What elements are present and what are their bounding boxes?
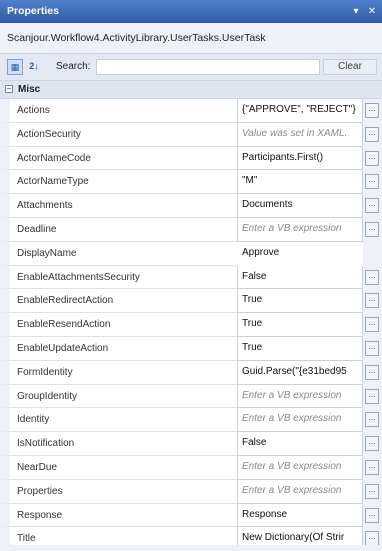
property-value[interactable]: Approve xyxy=(237,241,363,266)
alphabetical-sort-icon[interactable]: 2↓ xyxy=(26,59,42,75)
properties-panel: Properties ▾ ✕ Scanjour.Workflow4.Activi… xyxy=(0,0,382,551)
property-value[interactable]: Enter a VB expression xyxy=(237,408,363,433)
property-name[interactable]: Deadline xyxy=(0,217,237,242)
property-value[interactable]: Enter a VB expression xyxy=(237,384,363,409)
ellipsis-button[interactable]: ... xyxy=(365,412,379,428)
close-icon[interactable]: ✕ xyxy=(367,0,377,23)
property-grid: Actions {"APPROVE", "REJECT"}... ActionSec… xyxy=(0,99,382,551)
property-row[interactable]: DisplayName Approve xyxy=(0,241,382,266)
property-value[interactable]: False xyxy=(237,265,363,290)
property-row[interactable]: GroupIdentity Enter a VB expression... xyxy=(0,384,382,409)
property-row[interactable]: NearDue Enter a VB expression... xyxy=(0,455,382,480)
property-name[interactable]: ActionSecurity xyxy=(0,122,237,147)
property-name[interactable]: EnableUpdateAction xyxy=(0,336,237,361)
property-value[interactable]: True xyxy=(237,289,363,314)
property-row[interactable]: Response Response... xyxy=(0,503,382,528)
property-row[interactable]: Identity Enter a VB expression... xyxy=(0,408,382,433)
search-label: Search: xyxy=(56,61,91,72)
selected-object-type: Scanjour.Workflow4.ActivityLibrary.UserT… xyxy=(0,23,382,53)
collapse-icon[interactable]: − xyxy=(5,85,13,93)
property-value[interactable]: True xyxy=(237,313,363,337)
ellipsis-button[interactable]: ... xyxy=(365,293,379,309)
property-row[interactable]: EnableAttachmentsSecurity False... xyxy=(0,265,382,290)
property-value[interactable]: Participants.First() xyxy=(237,146,363,171)
property-value[interactable]: Guid.Parse("{e31bed95 xyxy=(237,360,363,385)
property-name[interactable]: GroupIdentity xyxy=(0,384,237,409)
property-name[interactable]: ActorNameCode xyxy=(0,146,237,171)
category-label: Misc xyxy=(18,84,41,95)
pin-dropdown-icon[interactable]: ▾ xyxy=(351,0,361,23)
property-row[interactable]: ActorNameType "M"... xyxy=(0,170,382,195)
toolbar: ▦ 2↓ Search: Clear xyxy=(0,53,382,81)
ellipsis-button[interactable]: ... xyxy=(365,459,379,475)
title-bar: Properties ▾ ✕ xyxy=(0,0,382,23)
ellipsis-button[interactable]: ... xyxy=(365,507,379,523)
categorized-view-icon[interactable]: ▦ xyxy=(7,59,23,75)
ellipsis-button[interactable]: ... xyxy=(365,198,379,214)
ellipsis-button[interactable]: ... xyxy=(365,483,379,499)
property-row[interactable]: ActionSecurity Value was set in XAML.... xyxy=(0,122,382,147)
property-row[interactable]: Attachments Documents... xyxy=(0,194,382,218)
panel-title: Properties xyxy=(7,5,59,17)
property-name[interactable]: Properties xyxy=(0,479,237,504)
property-row[interactable]: Actions {"APPROVE", "REJECT"}... xyxy=(0,99,382,123)
property-name[interactable]: Attachments xyxy=(0,194,237,218)
ellipsis-button[interactable]: ... xyxy=(365,103,379,118)
property-name[interactable]: NearDue xyxy=(0,455,237,480)
property-name[interactable]: Actions xyxy=(0,99,237,123)
property-row[interactable]: Deadline Enter a VB expression... xyxy=(0,217,382,242)
category-header-misc[interactable]: − Misc xyxy=(0,81,382,99)
property-value[interactable]: True xyxy=(237,336,363,361)
property-name[interactable]: IsNotification xyxy=(0,432,237,456)
property-name[interactable]: ActorNameType xyxy=(0,170,237,195)
ellipsis-button[interactable]: ... xyxy=(365,269,379,285)
property-name[interactable]: EnableAttachmentsSecurity xyxy=(0,265,237,290)
property-name[interactable]: FormIdentity xyxy=(0,360,237,385)
ellipsis-button[interactable]: ... xyxy=(365,436,379,452)
property-row[interactable]: Properties Enter a VB expression... xyxy=(0,479,382,504)
property-row[interactable]: EnableUpdateAction True... xyxy=(0,336,382,361)
property-value[interactable]: Enter a VB expression xyxy=(237,455,363,480)
ellipsis-button[interactable]: ... xyxy=(365,221,379,237)
property-value[interactable]: Response xyxy=(237,503,363,528)
property-value[interactable]: Value was set in XAML. xyxy=(237,122,363,147)
ellipsis-button[interactable]: ... xyxy=(365,364,379,380)
property-name[interactable]: EnableRedirectAction xyxy=(0,289,237,314)
property-row[interactable]: FormIdentity Guid.Parse("{e31bed95... xyxy=(0,360,382,385)
property-value[interactable]: "M" xyxy=(237,170,363,195)
property-row[interactable]: EnableResendAction True... xyxy=(0,313,382,337)
property-name[interactable]: DisplayName xyxy=(0,241,237,266)
ellipsis-button[interactable]: ... xyxy=(365,340,379,356)
ellipsis-button[interactable]: ... xyxy=(365,317,379,333)
search-input[interactable] xyxy=(96,59,320,75)
property-row[interactable]: EnableRedirectAction True... xyxy=(0,289,382,314)
property-value[interactable]: Enter a VB expression xyxy=(237,217,363,242)
ellipsis-button[interactable]: ... xyxy=(365,150,379,166)
ellipsis-button[interactable]: ... xyxy=(365,388,379,404)
ellipsis-button[interactable]: ... xyxy=(365,174,379,190)
clear-button[interactable]: Clear xyxy=(323,59,377,75)
ellipsis-button[interactable]: ... xyxy=(365,126,379,142)
property-row[interactable]: ActorNameCode Participants.First()... xyxy=(0,146,382,171)
property-name[interactable]: Response xyxy=(0,503,237,528)
property-value[interactable]: Documents xyxy=(237,194,363,218)
property-name[interactable]: Identity xyxy=(0,408,237,433)
title-buttons: ▾ ✕ xyxy=(351,0,377,23)
property-value[interactable]: {"APPROVE", "REJECT"} xyxy=(237,99,363,123)
property-value[interactable]: False xyxy=(237,432,363,456)
property-row[interactable]: IsNotification False... xyxy=(0,432,382,456)
panel-bottom-edge xyxy=(0,545,382,551)
property-name[interactable]: EnableResendAction xyxy=(0,313,237,337)
property-value[interactable]: Enter a VB expression xyxy=(237,479,363,504)
